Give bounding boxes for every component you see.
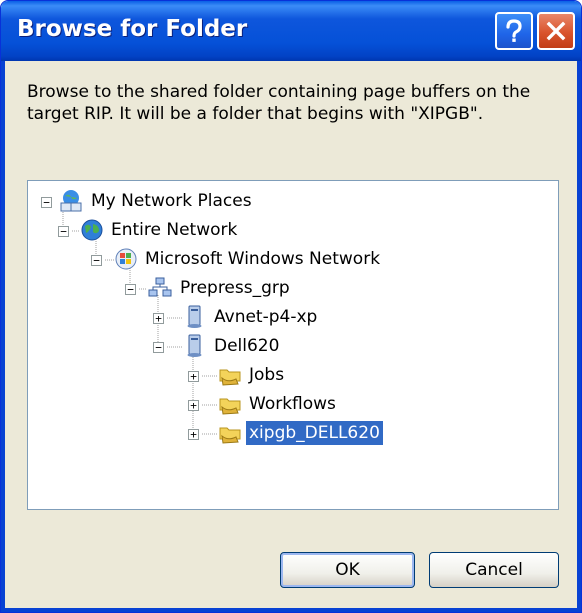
computer-icon (187, 305, 202, 328)
ok-button[interactable]: OK (280, 552, 415, 588)
tree-item-label: Microsoft Windows Network (145, 249, 381, 269)
collapse-toggle[interactable]: − (125, 284, 136, 295)
computer-icon (187, 334, 202, 357)
workgroup-icon (148, 277, 172, 297)
tree-item-label: Prepress_grp (180, 278, 290, 298)
tree-item-label: Workflows (249, 394, 336, 414)
tree-item-xipgb-dell620[interactable]: + xipgb_DELL620 (28, 421, 383, 449)
cancel-button[interactable]: Cancel (429, 552, 559, 588)
dialog-title: Browse for Folder (17, 16, 248, 42)
tree-item-microsoft-windows-network[interactable]: − Microsoft Windows Network (28, 247, 448, 275)
tree-item-label: Dell620 (214, 336, 280, 356)
tree-item-label: Jobs (249, 365, 285, 385)
tree-item-avnet-p4-xp[interactable]: + Avnet-p4-xp (28, 305, 328, 333)
title-bar[interactable]: Browse for Folder (1, 1, 581, 61)
collapse-toggle[interactable]: − (58, 226, 69, 237)
expand-toggle[interactable]: + (153, 313, 164, 324)
folder-tree[interactable]: − My Network Places − Entire Network − M… (27, 180, 559, 510)
expand-toggle[interactable]: + (188, 429, 199, 440)
tree-item-label: Entire Network (111, 220, 238, 240)
collapse-toggle[interactable]: − (153, 342, 164, 353)
tree-item-workflows[interactable]: + Workflows (28, 392, 336, 420)
shared-folder-icon (219, 398, 241, 415)
tree-item-label-selected: xipgb_DELL620 (246, 421, 383, 445)
tree-item-label: My Network Places (91, 191, 252, 211)
expand-toggle[interactable]: + (188, 400, 199, 411)
tree-item-dell620[interactable]: − Dell620 (28, 334, 328, 362)
help-button[interactable] (495, 12, 533, 50)
tree-item-label: Avnet-p4-xp (214, 307, 318, 327)
tree-item-jobs[interactable]: + Jobs (28, 363, 328, 391)
tree-item-entire-network[interactable]: − Entire Network (28, 218, 328, 246)
network-places-icon (60, 190, 82, 212)
globe-icon (81, 219, 103, 241)
tree-item-my-network-places[interactable]: − My Network Places (28, 189, 328, 217)
windows-network-icon (115, 248, 137, 270)
instructions-text: Browse to the shared folder containing p… (27, 82, 531, 124)
close-icon (546, 21, 566, 41)
browse-for-folder-dialog: Browse for Folder Browse to the shared f… (0, 0, 582, 613)
collapse-toggle[interactable]: − (91, 255, 102, 266)
shared-folder-icon (219, 369, 241, 386)
expand-toggle[interactable]: + (188, 371, 199, 382)
shared-folder-icon (219, 427, 241, 444)
close-button[interactable] (537, 12, 575, 50)
question-mark-icon (506, 19, 522, 42)
tree-item-prepress-grp[interactable]: − Prepress_grp (28, 276, 328, 304)
collapse-toggle[interactable]: − (41, 197, 52, 208)
